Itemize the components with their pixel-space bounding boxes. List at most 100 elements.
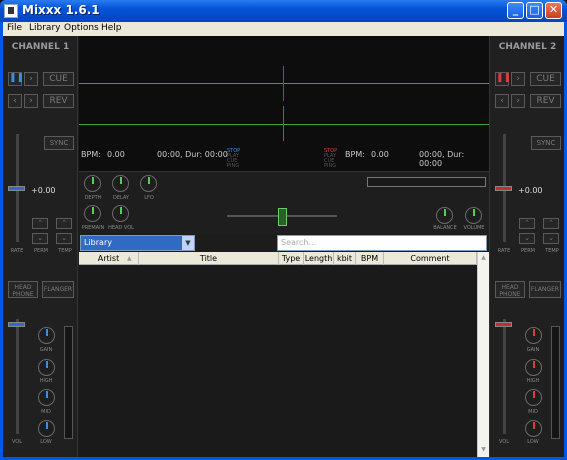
deck-2-playhead (283, 106, 284, 141)
column-bpm[interactable]: BPM (356, 252, 384, 265)
column-title[interactable]: Title (139, 252, 279, 265)
column-kbit[interactable]: kbit (334, 252, 356, 265)
lfo-knob[interactable] (140, 175, 157, 192)
volume-knob[interactable] (465, 207, 482, 224)
column-type[interactable]: Type (279, 252, 304, 265)
channel-1-temp-down[interactable]: ⌄ (56, 233, 72, 244)
library-search-input[interactable]: Search... (277, 235, 487, 251)
gain-label: GAIN (39, 347, 53, 353)
pause-icon: ❚❚ (9, 73, 25, 83)
channel-2-high-knob[interactable] (525, 359, 542, 376)
premain-knob[interactable] (84, 205, 101, 222)
chevron-down-icon[interactable]: ▼ (182, 236, 194, 250)
temp-label: TEMP (545, 248, 559, 254)
table-header: Artist ▲ Title Type Length kbit BPM Comm… (79, 252, 477, 265)
library-view-select[interactable]: Library ▼ (80, 235, 195, 251)
chevron-left-icon: ‹ (13, 96, 17, 106)
channel-1-perm-down[interactable]: ⌄ (32, 233, 48, 244)
chevron-right-icon: › (516, 96, 520, 106)
channel-2-flanger-button[interactable]: FLANGER (529, 281, 561, 298)
channel-1-temp-up[interactable]: ⌃ (56, 218, 72, 229)
channel-1-rev-button[interactable]: REV (43, 94, 74, 108)
scroll-up-icon[interactable]: ▲ (478, 252, 489, 263)
library-scrollbar[interactable]: ▲ ▼ (477, 252, 489, 457)
gain-label: GAIN (526, 347, 540, 353)
volume-label: VOLUME (463, 225, 485, 231)
delay-knob[interactable] (112, 175, 129, 192)
channel-2-mid-knob[interactable] (525, 389, 542, 406)
crossfader-handle[interactable] (278, 208, 287, 226)
head-vol-knob[interactable] (112, 205, 129, 222)
menu-library[interactable]: Library (29, 23, 60, 33)
deck-1-playhead (283, 66, 284, 101)
channel-2-volume-slider[interactable] (495, 322, 512, 327)
close-button[interactable]: ✕ (545, 2, 562, 19)
channel-1-sync-button[interactable]: SYNC (44, 136, 74, 150)
deck-2-status: STOP PLAY CUE PING (324, 149, 337, 169)
balance-label: BALANCE (433, 225, 457, 231)
channel-1-title: CHANNEL 1 (11, 42, 70, 52)
channel-1-gain-knob[interactable] (38, 327, 55, 344)
maximize-button[interactable]: □ (526, 2, 543, 19)
channel-1-headphone-button[interactable]: HEAD PHONE (8, 281, 38, 298)
channel-1-cue-button[interactable]: CUE (43, 72, 74, 86)
menu-file[interactable]: File (7, 23, 22, 33)
rate-label: RATE (10, 248, 24, 254)
deck-1-time: 00:00, Dur: 00:00 (157, 150, 228, 159)
waveform-area[interactable]: BPM: 0.00 00:00, Dur: 00:00 STOP PLAY CU… (79, 36, 489, 172)
deck-1-waveform-line (79, 83, 489, 84)
channel-1-flanger-button[interactable]: FLANGER (42, 281, 74, 298)
channel-1-perm-up[interactable]: ⌃ (32, 218, 48, 229)
premain-label: PREMAIN (81, 225, 105, 231)
channel-2-sync-button[interactable]: SYNC (531, 136, 561, 150)
vol-label: VOL (11, 439, 23, 445)
channel-2-forward-button[interactable]: › (511, 72, 525, 86)
high-label: HIGH (526, 378, 540, 384)
chevron-down-icon: ⌄ (524, 234, 530, 242)
channel-2-play-button[interactable]: ❚❚ (495, 72, 511, 86)
depth-knob[interactable] (84, 175, 101, 192)
channel-2-cue-button[interactable]: CUE (530, 72, 561, 86)
chevron-down-icon: ⌄ (548, 234, 554, 242)
mixxx-main: CHANNEL 1 ❚❚ › CUE ‹ › REV SYNC +0.00 ⌃ … (3, 36, 564, 457)
channel-1-forward-button[interactable]: › (24, 72, 38, 86)
column-comment[interactable]: Comment (384, 252, 477, 265)
channel-2-fwd-button[interactable]: › (511, 94, 525, 108)
library-select-value: Library (84, 238, 112, 247)
channel-2-perm-down[interactable]: ⌄ (519, 233, 535, 244)
channel-2-temp-down[interactable]: ⌄ (543, 233, 559, 244)
balance-knob[interactable] (436, 207, 453, 224)
channel-2-headphone-button[interactable]: HEAD PHONE (495, 281, 525, 298)
channel-1-low-knob[interactable] (38, 420, 55, 437)
channel-1-volume-slider[interactable] (8, 322, 25, 327)
depth-label: DEPTH (84, 195, 102, 201)
menu-options[interactable]: Options (64, 23, 99, 33)
channel-2-rev-button[interactable]: REV (530, 94, 561, 108)
channel-1-rate-slider[interactable] (8, 186, 25, 191)
minimize-button[interactable]: _ (507, 2, 524, 19)
channel-1-back-button[interactable]: ‹ (8, 94, 22, 108)
perm-label: PERM (521, 248, 535, 254)
channel-1-high-knob[interactable] (38, 359, 55, 376)
channel-2-back-button[interactable]: ‹ (495, 94, 509, 108)
channel-1-fwd-button[interactable]: › (24, 94, 38, 108)
chevron-right-icon: › (29, 96, 33, 106)
channel-1-panel: CHANNEL 1 ❚❚ › CUE ‹ › REV SYNC +0.00 ⌃ … (3, 36, 78, 457)
channel-2-gain-knob[interactable] (525, 327, 542, 344)
channel-2-temp-up[interactable]: ⌃ (543, 218, 559, 229)
menu-help[interactable]: Help (101, 23, 122, 33)
library-toolbar: Library ▼ Search... (79, 234, 489, 252)
column-artist[interactable]: Artist ▲ (79, 252, 139, 265)
channel-1-mid-knob[interactable] (38, 389, 55, 406)
channel-2-panel: CHANNEL 2 ❚❚ › CUE ‹ › REV SYNC +0.00 ⌃ … (489, 36, 564, 457)
column-length[interactable]: Length (304, 252, 334, 265)
deck-1-bpm-label: BPM: (81, 150, 101, 159)
title-bar[interactable]: Mixxx 1.6.1 _ □ ✕ (0, 0, 567, 22)
lfo-label: LFO (144, 195, 154, 201)
channel-2-low-knob[interactable] (525, 420, 542, 437)
temp-label: TEMP (58, 248, 72, 254)
channel-1-play-button[interactable]: ❚❚ (8, 72, 25, 86)
scroll-down-icon[interactable]: ▼ (478, 444, 489, 455)
channel-2-rate-slider[interactable] (495, 186, 512, 191)
channel-2-perm-up[interactable]: ⌃ (519, 218, 535, 229)
